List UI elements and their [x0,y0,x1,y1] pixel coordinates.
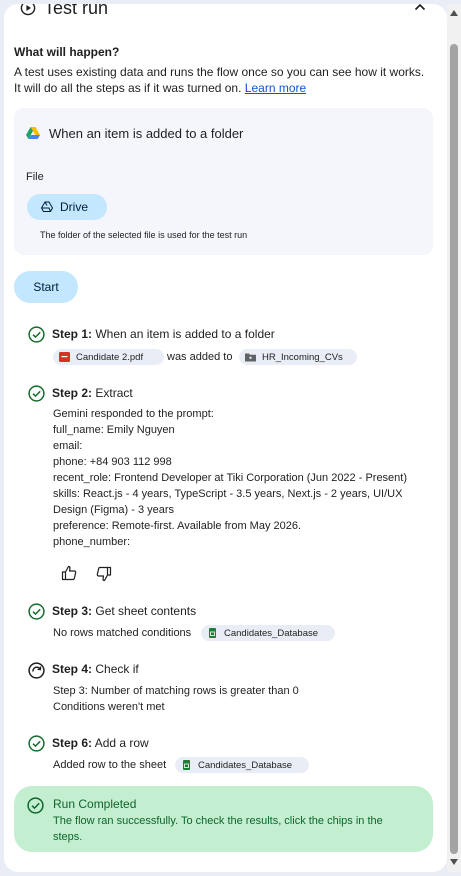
step-6-text: Added row to the sheet [53,759,167,771]
pdf-file-chip[interactable]: Candidate 2.pdf [53,349,164,365]
step-4-title: Step 4: Check if [52,662,139,676]
step-1-name: When an item is added to a folder [95,327,275,341]
what-will-happen-heading: What will happen? [14,45,120,59]
run-completed-banner: Run Completed The flow ran successfully.… [14,786,433,852]
scrollbar-thumb[interactable] [450,44,458,854]
google-sheets-icon [183,760,190,770]
description-text: A test uses existing data and runs the f… [14,65,425,95]
step-3-name: Get sheet contents [95,604,197,618]
what-will-happen-description: A test uses existing data and runs the f… [14,64,434,96]
google-sheets-icon [209,628,216,638]
skipped-circle-icon [28,662,45,679]
output-line: Step 3: Number of matching rows is great… [53,685,299,697]
check-circle-icon [28,326,45,343]
trigger-hint: The folder of the selected file is used … [40,230,248,240]
step-3-number: Step 3: [52,604,93,618]
step-2-title: Step 2: Extract [52,386,133,400]
output-line: preference: Remote-first. Available from… [53,520,302,532]
output-line: email: [53,440,83,452]
chevron-up-icon[interactable] [412,4,428,15]
scroll-up-arrow-icon[interactable] [450,10,458,16]
step-6-name: Add a row [94,736,149,750]
step-2-output: Gemini responded to the prompt: full_nam… [53,406,433,550]
learn-more-link[interactable]: Learn more [245,81,306,95]
step-3-text: No rows matched conditions [53,627,192,639]
google-drive-icon [26,127,40,139]
drive-chip-label: Drive [60,200,89,214]
sheet-chip[interactable]: Candidates_Database [175,757,309,773]
output-line: phone: +84 903 112 998 [53,456,172,468]
output-line: Design (Figma) - 3 years [53,504,175,516]
check-circle-icon [28,385,45,402]
drive-outline-icon [41,201,53,212]
output-line: Gemini responded to the prompt: [53,408,214,420]
panel-title: Test run [44,4,109,18]
test-run-panel: Test run What will happen? A test uses e… [4,4,447,872]
start-button[interactable]: Start [14,271,78,303]
folder-chip[interactable]: HR_Incoming_CVs [239,349,357,365]
step-2-number: Step 2: [52,386,93,400]
output-line: skills: React.js - 4 years, TypeScript -… [53,488,403,500]
pdf-file-icon [59,352,70,362]
sheet-chip-label: Candidates_Database [198,759,293,771]
pdf-chip-label: Candidate 2.pdf [76,351,144,363]
step-3-title: Step 3: Get sheet contents [52,604,196,618]
completed-text: The flow ran successfully. To check the … [53,815,383,843]
folder-chip-label: HR_Incoming_CVs [262,351,343,363]
step-1-number: Step 1: [52,327,93,341]
scroll-down-arrow-icon[interactable] [450,859,458,865]
vertical-scrollbar[interactable] [447,4,461,872]
output-line: Conditions weren't met [53,701,165,713]
output-line: phone_number: [53,536,131,548]
play-circle-icon [20,4,36,16]
step-1-connector: was added to [167,351,233,363]
step-4-number: Step 4: [52,662,93,676]
thumbs-down-icon[interactable] [96,566,112,582]
step-1-title: Step 1: When an item is added to a folde… [52,327,275,341]
sheet-chip-label: Candidates_Database [224,627,319,639]
completed-title: Run Completed [53,797,137,811]
step-4-name: Check if [95,662,139,676]
trigger-card: When an item is added to a folder File D… [14,108,433,255]
check-circle-icon [27,797,44,814]
step-2-name: Extract [95,386,133,400]
shared-folder-icon [245,353,256,362]
check-circle-icon [28,603,45,620]
trigger-title: When an item is added to a folder [49,126,244,141]
step-6-title: Step 6: Add a row [52,736,149,750]
check-circle-icon [28,735,45,752]
sheet-chip[interactable]: Candidates_Database [201,625,335,641]
panel-header: Test run [4,4,447,22]
output-line: recent_role: Frontend Developer at Tiki … [53,472,408,484]
step-4-output: Step 3: Number of matching rows is great… [53,683,423,715]
step-6-number: Step 6: [52,736,93,750]
file-label: File [26,171,44,183]
drive-file-chip[interactable]: Drive [27,194,107,220]
thumbs-up-icon[interactable] [61,565,77,581]
output-line: full_name: Emily Nguyen [53,424,175,436]
